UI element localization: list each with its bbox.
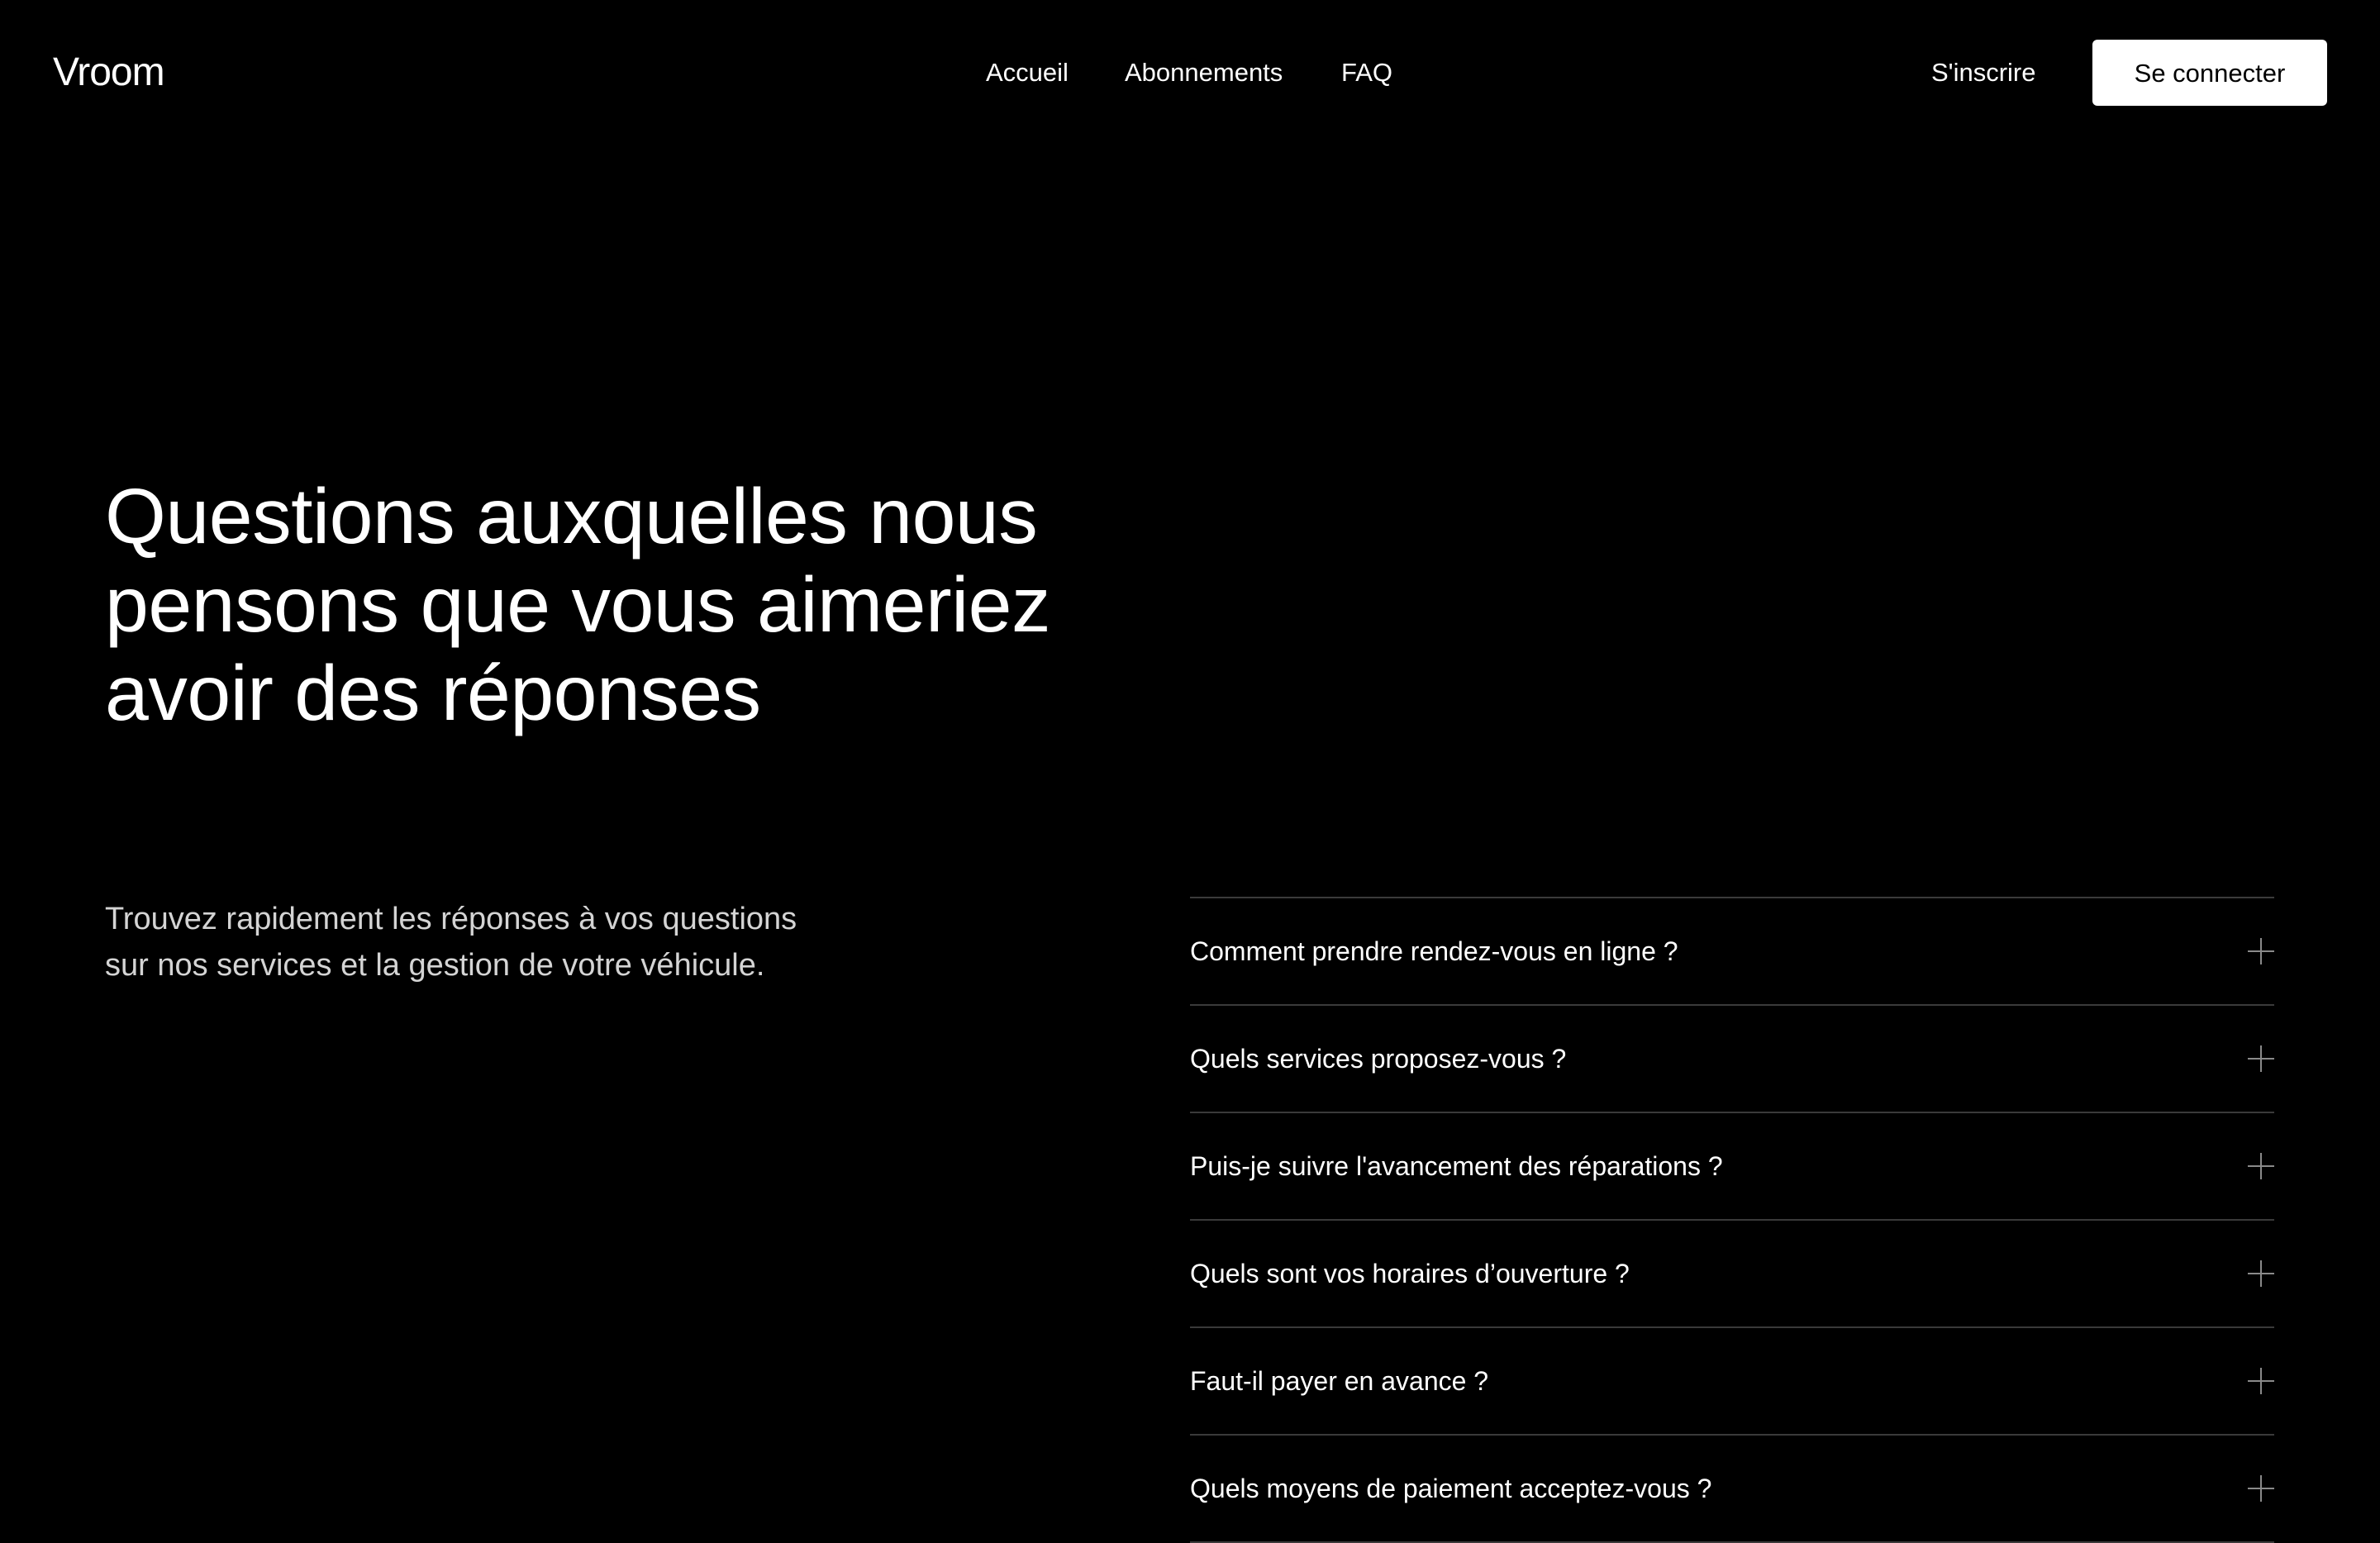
page-title: Questions auxquelles nous pensons que vo…: [105, 473, 1051, 737]
login-button[interactable]: Se connecter: [2092, 40, 2327, 106]
nav-link-accueil[interactable]: Accueil: [986, 53, 1069, 93]
faq-item[interactable]: Puis-je suivre l'avancement des réparati…: [1190, 1113, 2274, 1221]
faq-question: Faut-il payer en avance ?: [1190, 1366, 1489, 1396]
faq-item[interactable]: Quels moyens de paiement acceptez-vous ?: [1190, 1436, 2274, 1543]
nav-link-abonnements[interactable]: Abonnements: [1125, 53, 1283, 93]
faq-item[interactable]: Quels sont vos horaires d’ouverture ?: [1190, 1221, 2274, 1328]
plus-icon[interactable]: [2248, 1153, 2274, 1179]
plus-icon[interactable]: [2248, 1260, 2274, 1287]
plus-icon[interactable]: [2248, 1045, 2274, 1072]
plus-icon[interactable]: [2248, 1368, 2274, 1394]
plus-icon[interactable]: [2248, 938, 2274, 964]
faq-item[interactable]: Faut-il payer en avance ?: [1190, 1328, 2274, 1436]
faq-question: Quels moyens de paiement acceptez-vous ?: [1190, 1474, 1712, 1503]
site-header: Vroom Accueil Abonnements FAQ S'inscrire…: [0, 0, 2380, 145]
nav-link-faq[interactable]: FAQ: [1341, 53, 1392, 93]
intro-text: Trouvez rapidement les réponses à vos qu…: [105, 902, 797, 983]
faq-question: Comment prendre rendez-vous en ligne ?: [1190, 936, 1678, 966]
faq-list: Comment prendre rendez-vous en ligne ? Q…: [1190, 897, 2274, 1543]
faq-item[interactable]: Comment prendre rendez-vous en ligne ?: [1190, 898, 2274, 1006]
faq-item[interactable]: Quels services proposez-vous ?: [1190, 1006, 2274, 1113]
faq-question: Quels services proposez-vous ?: [1190, 1044, 1567, 1074]
signup-link[interactable]: S'inscrire: [1931, 53, 2036, 93]
faq-question: Puis-je suivre l'avancement des réparati…: [1190, 1151, 1723, 1181]
faq-question: Quels sont vos horaires d’ouverture ?: [1190, 1259, 1630, 1288]
plus-icon[interactable]: [2248, 1475, 2274, 1502]
logo[interactable]: Vroom: [53, 45, 165, 101]
